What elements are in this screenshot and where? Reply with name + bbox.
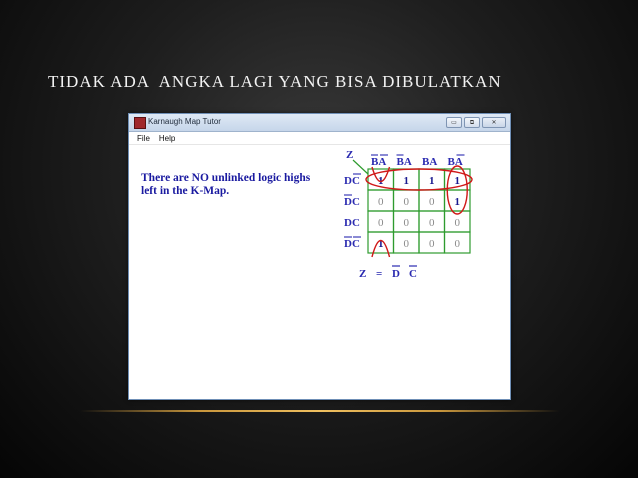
kmap-row-header-1: DC — [344, 175, 360, 187]
kmap-cell-value: 1 — [455, 175, 461, 187]
kmap-corner-diagonal — [352, 159, 369, 175]
kmap-row-header-4: DC — [344, 238, 360, 250]
kmap-cell-value: 0 — [404, 217, 410, 229]
kmap-cell-value: 1 — [455, 196, 461, 208]
kmap-row-header-3: DC — [344, 217, 360, 229]
kmap-col-header-2: BA — [397, 156, 412, 168]
kmap-col-header-3: BA — [422, 156, 437, 168]
kmap-cell-value: 0 — [455, 238, 461, 250]
kmap-tutor-window: Karnaugh Map Tutor ▭ ⧉ ✕ File Help There… — [128, 113, 511, 400]
karnaugh-map: Z Z = D C BA BA BA BADCDCDCDC1 1 1 10 0 0 10 0 0 01 0… — [344, 149, 473, 280]
kmap-cell-value: 0 — [429, 196, 435, 208]
kmap-output-label: Z — [346, 149, 353, 161]
result-equals: = — [376, 268, 382, 280]
result-term-1: D — [392, 268, 400, 280]
kmap-cell-value: 1 — [404, 175, 410, 187]
kmap-cell-value: 1 — [429, 175, 435, 187]
result-term-2: C — [409, 268, 417, 280]
kmap-cell-value: 0 — [404, 196, 410, 208]
kmap-col-header-1: BA — [371, 156, 386, 168]
floor-reflection-line — [80, 410, 560, 412]
result-lhs: Z — [359, 268, 366, 280]
kmap-cell-value: 0 — [404, 238, 410, 250]
kmap-cell-value: 0 — [455, 217, 461, 229]
kmap-cell-value: 0 — [429, 217, 435, 229]
slide-title: TIDAK ADA ANGKA LAGI YANG BISA DIBULATKA… — [48, 72, 502, 91]
kmap-cell-value: 0 — [429, 238, 435, 250]
kmap-cell-value: 0 — [378, 196, 384, 208]
kmap-row-header-2: DC — [344, 196, 360, 208]
kmap-cell-value: 0 — [378, 217, 384, 229]
